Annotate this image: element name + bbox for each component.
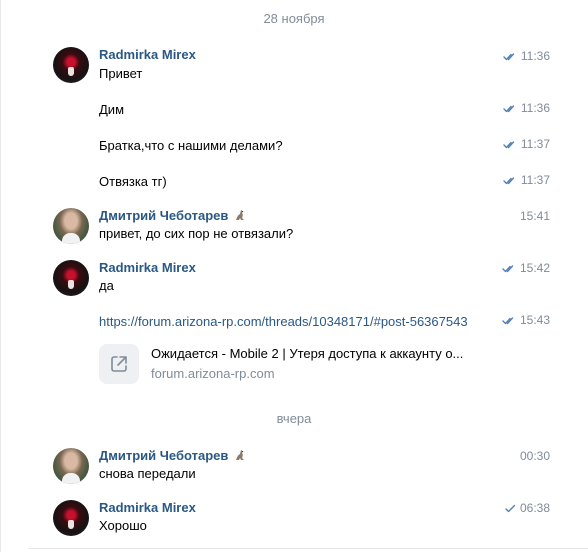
- message-time: 15:42: [519, 261, 550, 275]
- double-check-icon: [503, 104, 515, 112]
- message-meta: 15:42: [502, 261, 550, 275]
- double-check-icon: [502, 316, 514, 324]
- panel-divider: [0, 0, 1, 552]
- message-time: 11:37: [520, 173, 550, 187]
- author-name[interactable]: Дмитрий Чеботарев: [99, 448, 246, 464]
- avatar[interactable]: [53, 208, 89, 244]
- author-name-text: Дмитрий Чеботарев: [99, 208, 229, 223]
- avatar[interactable]: [53, 47, 89, 83]
- author-name[interactable]: Radmirka Mirex: [99, 500, 196, 515]
- author-name[interactable]: Radmirka Mirex: [99, 47, 196, 62]
- message-text: да: [99, 278, 114, 293]
- message-link[interactable]: https://forum.arizona-rp.com/threads/103…: [99, 314, 468, 329]
- message-text: Привет: [99, 66, 143, 81]
- message-time: 11:36: [520, 49, 550, 63]
- date-separator: вчера: [276, 411, 312, 426]
- message-time: 11:37: [520, 137, 550, 151]
- author-name-text: Дмитрий Чеботарев: [99, 448, 229, 463]
- avatar[interactable]: [53, 448, 89, 484]
- double-check-icon: [503, 52, 515, 60]
- message-text: Хорошо: [99, 518, 147, 533]
- message-text: Отвязка тг): [99, 174, 167, 189]
- single-check-icon: [505, 504, 516, 512]
- composer-divider: [28, 548, 588, 549]
- message-time: 11:36: [520, 101, 550, 115]
- author-name[interactable]: Дмитрий Чеботарев: [99, 208, 246, 224]
- message-text: снова передали: [99, 466, 196, 481]
- external-link-icon: [111, 356, 127, 372]
- message-time: 00:30: [519, 449, 550, 463]
- message-time: 06:38: [519, 501, 550, 515]
- kangaroo-emoji-icon: [233, 448, 246, 464]
- message-time: 15:43: [519, 313, 550, 327]
- message-meta: 15:41: [520, 209, 550, 223]
- date-separator: 28 ноября: [263, 11, 325, 26]
- message-meta: 11:36: [503, 49, 550, 63]
- message-time: 15:41: [519, 209, 550, 223]
- double-check-icon: [503, 140, 515, 148]
- message-text: привет, до сих пор не отвязали?: [99, 226, 294, 241]
- message-meta: 11:37: [503, 137, 550, 151]
- chat-history: 28 ноября Radmirka Mirex Привет 11:36 Ди…: [0, 0, 588, 552]
- link-snippet-thumbnail[interactable]: [99, 344, 139, 384]
- link-snippet-title[interactable]: Ожидается - Mobile 2 | Утеря доступа к а…: [151, 346, 486, 361]
- link-snippet-domain[interactable]: forum.arizona-rp.com: [151, 366, 275, 381]
- message-text: Братка,что с нашими делами?: [99, 138, 283, 153]
- message-meta: 06:38: [505, 501, 550, 515]
- message-meta: 00:30: [520, 449, 550, 463]
- avatar[interactable]: [53, 500, 89, 536]
- double-check-icon: [502, 264, 514, 272]
- author-name[interactable]: Radmirka Mirex: [99, 260, 196, 275]
- kangaroo-emoji-icon: [233, 208, 246, 224]
- avatar[interactable]: [53, 260, 89, 296]
- message-meta: 11:37: [503, 173, 550, 187]
- message-text: Дим: [99, 102, 125, 117]
- double-check-icon: [503, 176, 515, 184]
- message-meta: 11:36: [503, 101, 550, 115]
- message-meta: 15:43: [502, 313, 550, 327]
